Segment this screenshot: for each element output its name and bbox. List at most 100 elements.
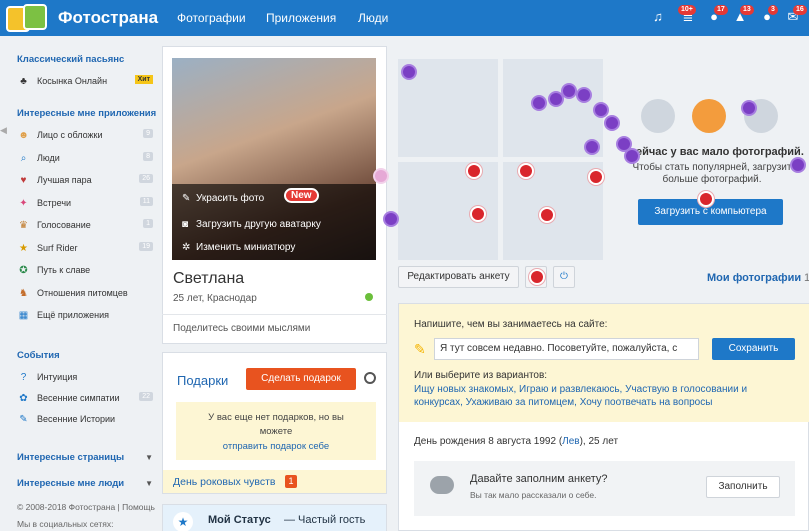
age-label: ), 25 лет	[579, 436, 619, 447]
star-icon: ★	[173, 512, 193, 531]
fame-icon: ✪	[19, 265, 28, 276]
flower-icon	[375, 170, 387, 182]
sidebar-section-pages[interactable]: Интересные страницы	[17, 452, 124, 463]
event-icon: ✿	[19, 393, 28, 404]
flower-icon	[586, 141, 598, 153]
flower-icon	[618, 138, 630, 150]
flower-icon	[792, 159, 804, 171]
fill-profile-button[interactable]: Заполнить	[706, 476, 780, 498]
placeholder-tile	[503, 162, 603, 260]
sidebar: Классический пасьянс ♣ Косынка Онлайн Хи…	[0, 36, 158, 531]
sidebar-item-event[interactable]: ✿ Весенние симпатии 22	[17, 391, 155, 409]
sidebar-item-app[interactable]: ☻ Лицо с обложки 9	[17, 128, 155, 146]
sidebar-item-app[interactable]: ✦ Встречи 11	[17, 196, 155, 214]
sidebar-item-label: Лицо с обложки	[37, 130, 103, 140]
sidebar-item-label: Весенние Истории	[37, 414, 116, 424]
logo[interactable]	[6, 4, 56, 32]
sidebar-item-label: Голосование	[37, 220, 91, 230]
flower-icon	[385, 213, 397, 225]
sidebar-item-label: Встречи	[37, 197, 72, 208]
profile-meta: 25 лет, Краснодар	[173, 293, 257, 304]
top-bar: Фотострана Фотографии Приложения Люди ♫ …	[0, 0, 809, 36]
my-status-title[interactable]: Мой Статус	[208, 514, 271, 526]
sidebar-section-apps[interactable]: Интересные мне приложения	[17, 108, 156, 119]
fill-profile-title: Давайте заполним анкету?	[470, 473, 608, 485]
feed-badge: 10+	[678, 5, 696, 15]
my-photos-link[interactable]: Мои фотографии	[707, 272, 801, 284]
birthday-label: День рождения 8 августа 1992 (	[414, 436, 563, 447]
sidebar-section-solitaire[interactable]: Классический пасьянс	[17, 54, 124, 65]
brand-title[interactable]: Фотострана	[58, 8, 158, 28]
sidebar-item-event[interactable]: ✎ Весенние Истории	[17, 412, 155, 430]
gear-icon: ✲	[182, 242, 191, 253]
sad-face-icon	[641, 99, 675, 133]
edit-icon: ✎	[414, 341, 426, 357]
gifts-title[interactable]: Подарки	[177, 373, 228, 388]
neutral-face-icon	[692, 99, 726, 133]
save-button[interactable]: Сохранить	[712, 338, 795, 360]
few-photos-title: ейчас у вас мало фотографий.	[636, 146, 804, 158]
edit-profile-button[interactable]: Редактировать анкету	[398, 266, 519, 288]
holiday-link[interactable]: День роковых чувств	[173, 476, 275, 488]
flower-icon	[541, 209, 553, 221]
sidebar-item-event[interactable]: ? Интуиция	[17, 370, 155, 388]
my-status-value: — Частый гость	[284, 514, 366, 526]
sidebar-item-app[interactable]: ♥ Лучшая пара 26	[17, 173, 155, 191]
music-icon[interactable]: ♫	[650, 9, 666, 25]
flower-icon	[533, 97, 545, 109]
gifts-empty-text1: У вас еще нет подарков, но вы	[208, 412, 344, 423]
power-button[interactable]: ⏻	[553, 266, 575, 288]
options-links-line1[interactable]: Ищу новых знакомых, Играю и развлекаюсь,…	[414, 384, 747, 395]
online-indicator	[365, 293, 373, 301]
count-badge: 22	[139, 392, 153, 401]
count-badge: 8	[143, 151, 153, 161]
decorate-photo-link[interactable]: ✎ Украсить фото	[182, 193, 264, 204]
sidebar-item-label: Surf Rider	[37, 242, 78, 253]
sidebar-item-app[interactable]: ▦ Ещё приложения	[17, 308, 155, 326]
sidebar-item-label: Весенние симпатии	[37, 393, 120, 403]
profile-name: Светлана	[173, 270, 245, 287]
sidebar-item-app[interactable]: ⌕ Люди 8	[17, 151, 155, 169]
flower-icon	[590, 171, 602, 183]
sidebar-item-app[interactable]: ♞ Отношения питомцев	[17, 286, 155, 304]
divider	[162, 314, 387, 315]
chevron-down-icon[interactable]: ▼	[145, 453, 153, 462]
flower-button[interactable]	[525, 266, 547, 288]
flower-icon	[563, 85, 575, 97]
flower-icon	[520, 165, 532, 177]
make-gift-button[interactable]: Сделать подарок	[246, 368, 356, 390]
change-thumbnail-link[interactable]: ✲ Изменить миниатюру	[182, 242, 295, 253]
send-self-gift-link[interactable]: отправить подарок себе	[176, 441, 376, 452]
profile-photo[interactable]: ✎ Украсить фото New ◙ Загрузить другую а…	[172, 58, 376, 260]
flower-icon	[700, 193, 712, 205]
flower-icon	[595, 104, 607, 116]
sidebar-item-kosynka[interactable]: ♣ Косынка Онлайн Хит	[17, 74, 155, 92]
status-input[interactable]: Поделитесь своими мыслями	[173, 323, 310, 334]
speech-bubble-icon	[430, 476, 454, 494]
few-photos-hint2: больше фотографий.	[662, 174, 762, 185]
about-input[interactable]: Я тут совсем недавно. Посоветуйте, пожал…	[434, 338, 699, 360]
sidebar-item-app[interactable]: ✪ Путь к славе	[17, 263, 155, 281]
new-badge: New	[284, 188, 319, 203]
options-links-line2[interactable]: конкурсах, Ухаживаю за питомцем, Хочу по…	[414, 397, 712, 408]
camera-icon: ◙	[182, 219, 189, 230]
globe-icon[interactable]	[364, 372, 376, 384]
about-prompt: Напишите, чем вы занимаетесь на сайте:	[414, 319, 608, 330]
nav-people[interactable]: Люди	[358, 11, 388, 25]
count-badge: 1	[143, 219, 153, 228]
nav-apps[interactable]: Приложения	[266, 11, 336, 25]
sidebar-item-label: Интуиция	[37, 372, 78, 382]
sidebar-section-events[interactable]: События	[17, 350, 60, 361]
sidebar-item-app[interactable]: ★ Surf Rider 19	[17, 241, 155, 259]
zodiac-link[interactable]: Лев	[562, 436, 579, 447]
sidebar-item-label: Лучшая пара	[37, 175, 92, 185]
friends-badge: 3	[768, 5, 778, 15]
chevron-down-icon[interactable]: ▼	[145, 479, 153, 488]
sidebar-section-people[interactable]: Интересные мне люди	[17, 478, 124, 489]
meet-icon: ✦	[19, 197, 28, 209]
nav-photos[interactable]: Фотографии	[177, 11, 246, 25]
sidebar-item-app[interactable]: ♛ Голосование 1	[17, 218, 155, 236]
upload-avatar-label: Загрузить другую аватарку	[196, 219, 321, 230]
collapse-icon[interactable]: ◀	[0, 125, 12, 143]
upload-avatar-link[interactable]: ◙ Загрузить другую аватарку	[182, 219, 321, 230]
